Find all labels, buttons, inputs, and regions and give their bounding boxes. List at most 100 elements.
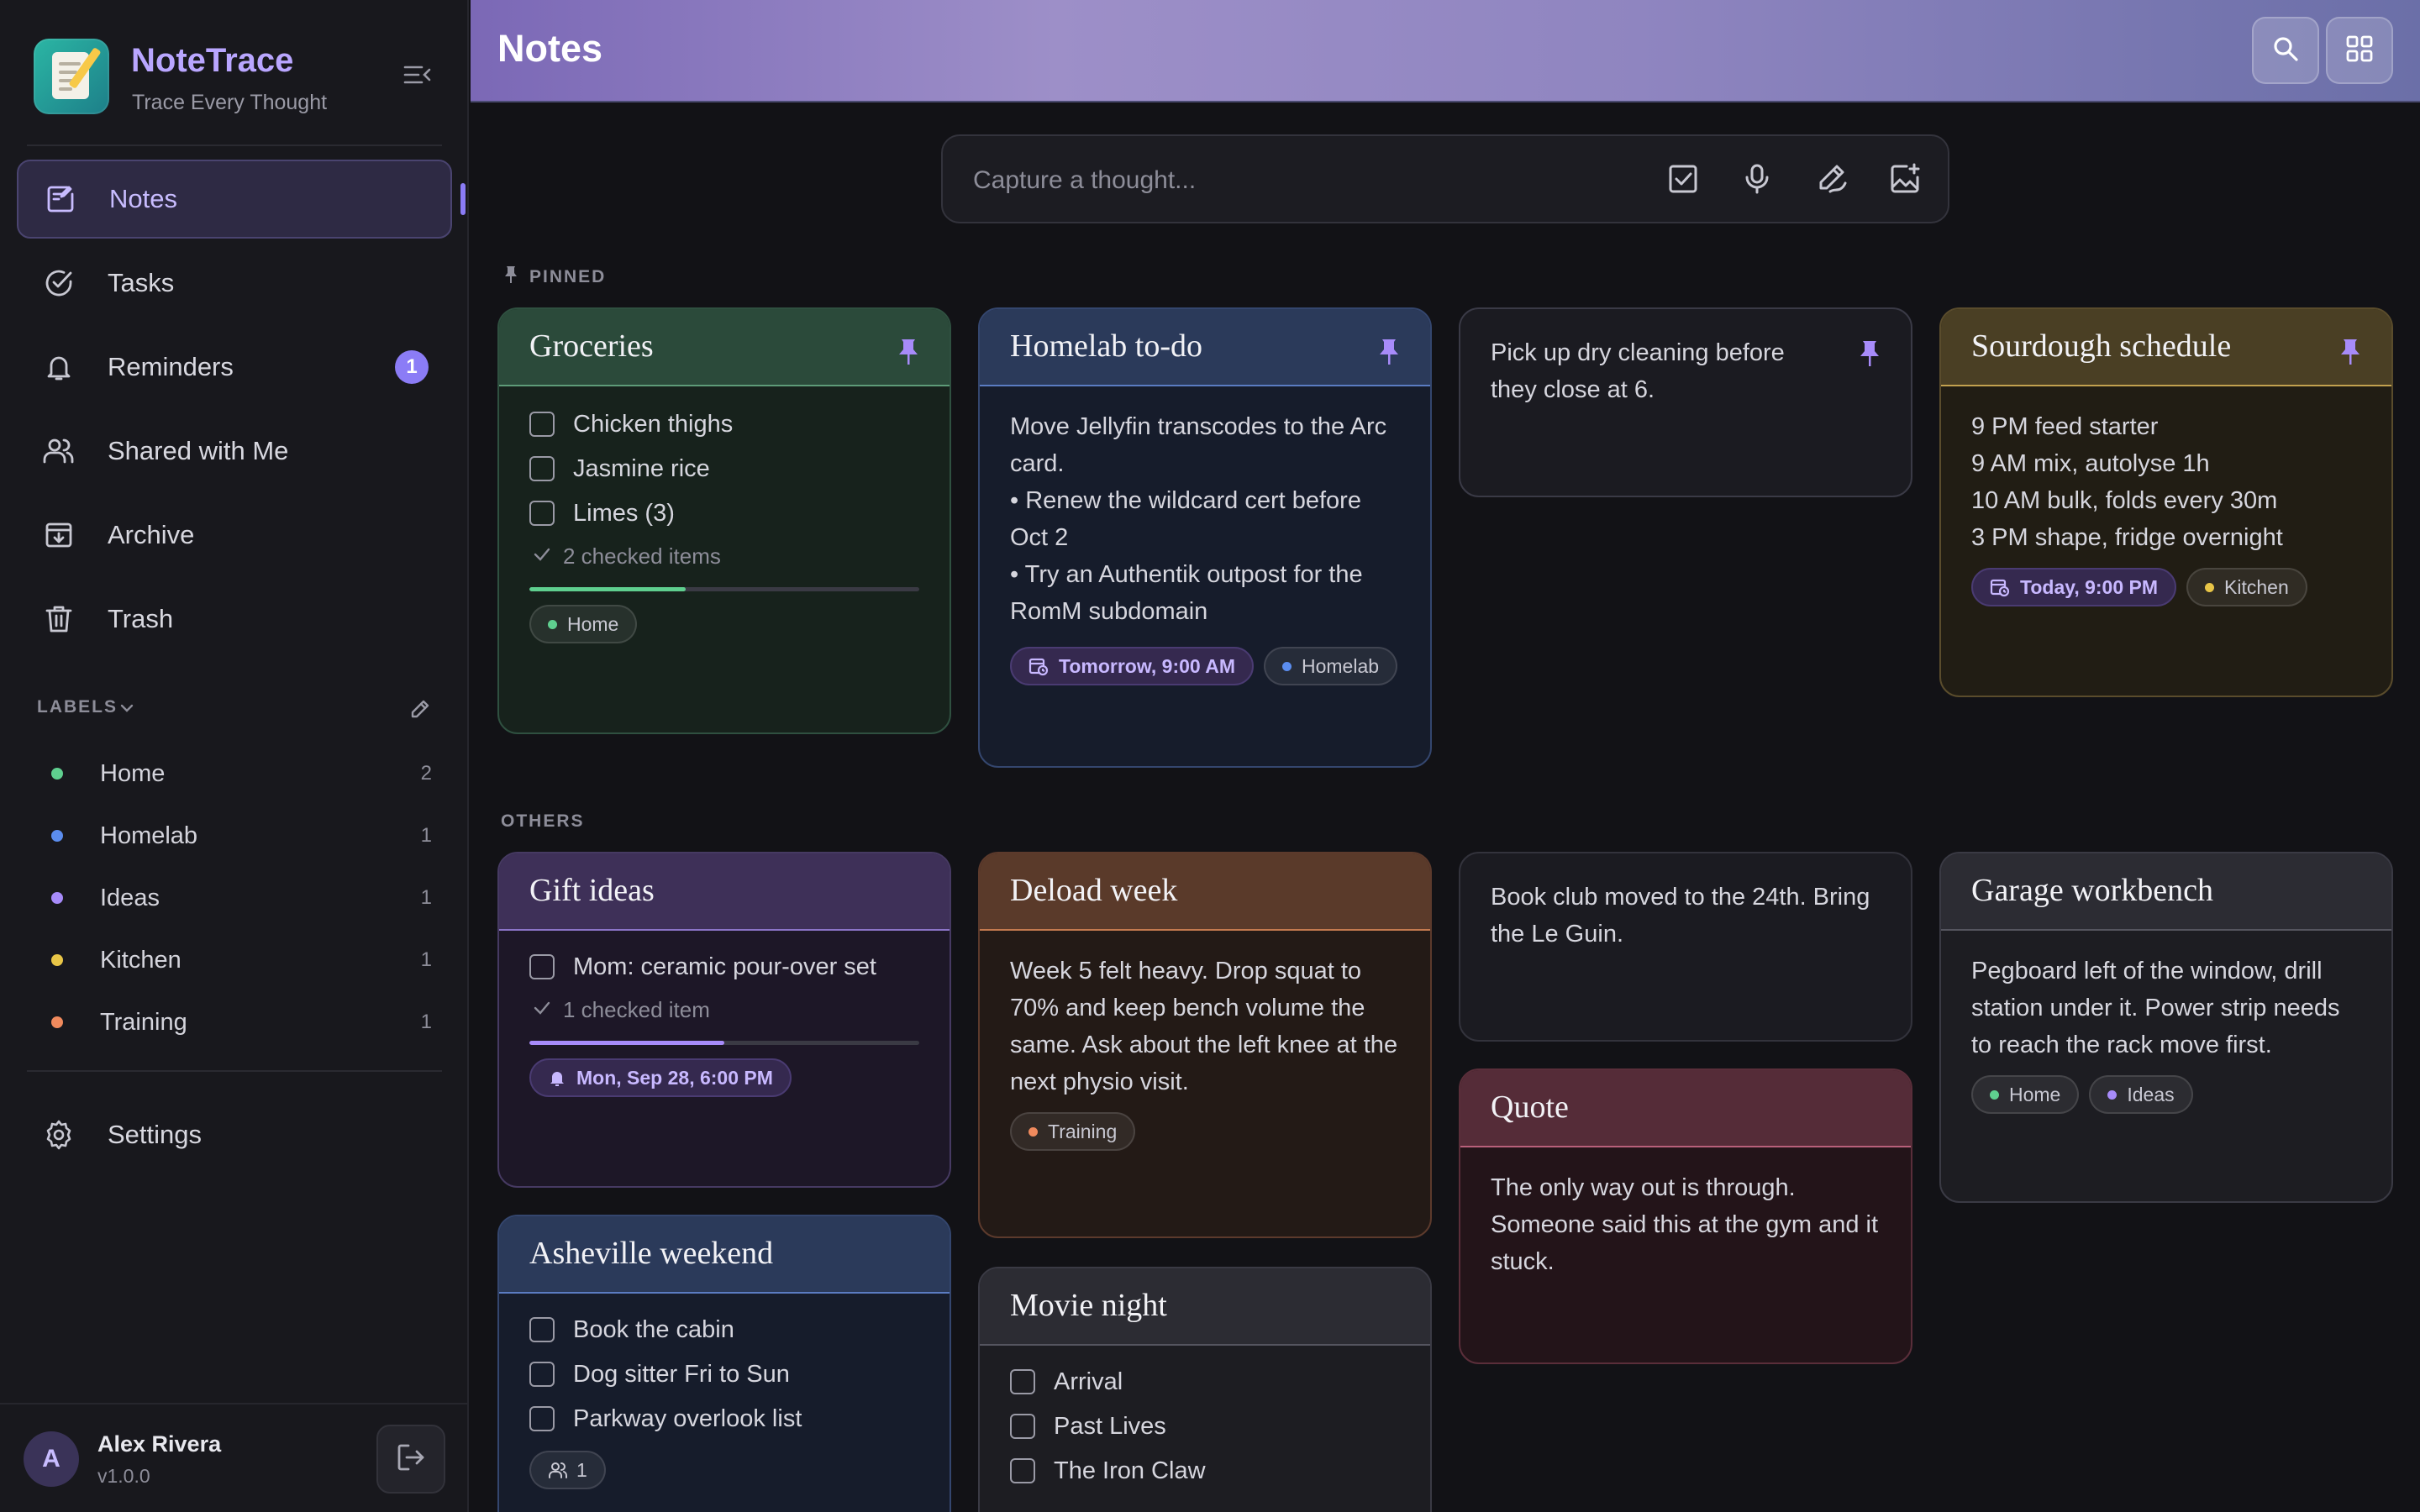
nav-item-archive[interactable]: Archive xyxy=(17,496,452,575)
logout-button[interactable] xyxy=(376,1425,445,1494)
checklist-item[interactable]: Book the cabin xyxy=(529,1307,919,1352)
note-text: 9 AM mix, autolyse 1h xyxy=(1971,450,2210,477)
chevron-down-icon[interactable] xyxy=(118,699,136,722)
pin-icon[interactable] xyxy=(2339,338,2361,370)
checkbox[interactable] xyxy=(529,500,555,526)
calendar-clock-icon xyxy=(1990,577,2010,597)
card-header: Asheville weekend xyxy=(499,1216,950,1294)
app-version: v1.0.0 xyxy=(97,1465,150,1487)
app-logo-icon xyxy=(34,39,109,114)
people-icon xyxy=(548,1461,568,1479)
sidebar-divider xyxy=(27,1070,442,1072)
checklist-item[interactable]: Arrival xyxy=(1010,1359,1400,1404)
collapse-sidebar-icon[interactable] xyxy=(403,62,437,87)
reminder-chip[interactable]: Tomorrow, 9:00 AM xyxy=(1010,647,1254,685)
nav-item-label: Archive xyxy=(108,520,195,549)
note-title: Deload week xyxy=(1010,873,1178,908)
collaborators-chip[interactable]: 1 xyxy=(529,1451,606,1489)
note-card-gift-ideas[interactable]: Gift ideas Mom: ceramic pour-over set 1 … xyxy=(497,852,951,1188)
reminder-chip[interactable]: Today, 9:00 PM xyxy=(1971,568,2177,606)
checkbox[interactable] xyxy=(529,455,555,481)
settings-section: Settings xyxy=(17,1095,452,1179)
pinned-section-label: PINNED xyxy=(504,265,606,289)
checklist-text: Jasmine rice xyxy=(573,454,710,482)
checkbox[interactable] xyxy=(529,1316,555,1342)
label-chip-home[interactable]: Home xyxy=(1971,1075,2080,1114)
chip-row: Today, 9:00 PM Kitchen xyxy=(1971,568,2361,606)
search-button[interactable] xyxy=(2252,17,2319,84)
checklist-item[interactable]: Dog sitter Fri to Sun xyxy=(529,1352,919,1396)
label-name: Kitchen xyxy=(100,946,182,974)
card-header: Quote xyxy=(1460,1070,1911,1147)
nav-item-settings[interactable]: Settings xyxy=(17,1095,452,1174)
checked-items-summary[interactable]: 2 checked items xyxy=(529,535,919,577)
image-note-button[interactable] xyxy=(1882,158,1928,203)
note-card-dry-cleaning[interactable]: Pick up dry cleaning before they close a… xyxy=(1459,307,1912,497)
app-tagline: Trace Every Thought xyxy=(132,91,328,114)
avatar[interactable]: A xyxy=(24,1431,79,1487)
checkbox[interactable] xyxy=(1010,1413,1035,1439)
note-card-garage-workbench[interactable]: Garage workbench Pegboard left of the wi… xyxy=(1939,852,2393,1203)
pin-icon[interactable] xyxy=(1859,339,1881,372)
note-card-movie-night[interactable]: Movie night Arrival Past Lives The Iron … xyxy=(978,1267,1432,1512)
checkbox[interactable] xyxy=(529,1361,555,1387)
note-card-sourdough[interactable]: Sourdough schedule 9 PM feed starter 9 A… xyxy=(1939,307,2393,697)
capture-input[interactable] xyxy=(973,160,1628,202)
note-card-book-club[interactable]: Book club moved to the 24th. Bring the L… xyxy=(1459,852,1912,1042)
note-title: Garage workbench xyxy=(1971,873,2214,908)
nav-item-tasks[interactable]: Tasks xyxy=(17,244,452,323)
checklist-item[interactable]: Past Lives xyxy=(1010,1404,1400,1448)
checkbox[interactable] xyxy=(529,1405,555,1431)
note-card-homelab[interactable]: Homelab to-do Move Jellyfin transcodes t… xyxy=(978,307,1432,768)
note-card-deload-week[interactable]: Deload week Week 5 felt heavy. Drop squa… xyxy=(978,852,1432,1238)
archive-icon xyxy=(40,517,77,554)
brand: NoteTrace Trace Every Thought xyxy=(34,39,445,123)
nav-item-notes[interactable]: Notes xyxy=(17,160,452,239)
label-item-training[interactable]: Training 1 xyxy=(37,991,432,1053)
progress-fill xyxy=(529,1041,724,1045)
labels-heading: LABELS xyxy=(37,697,118,717)
label-item-home[interactable]: Home 2 xyxy=(37,743,432,805)
label-item-ideas[interactable]: Ideas 1 xyxy=(37,867,432,929)
checklist-text: The Iron Claw xyxy=(1054,1457,1206,1484)
label-name: Home xyxy=(100,759,166,787)
nav-item-label: Notes xyxy=(109,184,177,213)
pin-icon[interactable] xyxy=(1378,338,1400,370)
label-chip-home[interactable]: Home xyxy=(529,605,638,643)
label-item-kitchen[interactable]: Kitchen 1 xyxy=(37,929,432,991)
label-item-homelab[interactable]: Homelab 1 xyxy=(37,805,432,867)
note-text: 3 PM shape, fridge overnight xyxy=(1971,524,2283,551)
edit-labels-icon[interactable] xyxy=(408,697,432,726)
logout-icon xyxy=(395,1441,427,1478)
new-checklist-button[interactable] xyxy=(1660,158,1706,203)
checklist-text: Past Lives xyxy=(1054,1412,1166,1440)
checkbox[interactable] xyxy=(1010,1457,1035,1483)
note-card-groceries[interactable]: Groceries Chicken thighs Jasmine rice Li… xyxy=(497,307,951,734)
label-chip-training[interactable]: Training xyxy=(1010,1112,1136,1151)
checklist-item[interactable]: Mom: ceramic pour-over set xyxy=(529,944,919,989)
checklist-item[interactable]: Chicken thighs xyxy=(529,402,919,446)
checklist-item[interactable]: Parkway overlook list xyxy=(529,1396,919,1441)
checklist-item[interactable]: The Iron Claw xyxy=(1010,1448,1400,1493)
checked-items-summary[interactable]: 1 checked item xyxy=(529,989,919,1031)
drawing-note-button[interactable] xyxy=(1808,158,1854,203)
note-card-quote[interactable]: Quote The only way out is through. Someo… xyxy=(1459,1068,1912,1364)
label-chip-ideas[interactable]: Ideas xyxy=(2089,1075,2193,1114)
voice-note-button[interactable] xyxy=(1734,158,1780,203)
label-chip-kitchen[interactable]: Kitchen xyxy=(2186,568,2307,606)
note-title: Movie night xyxy=(1010,1288,1167,1323)
label-chip-homelab[interactable]: Homelab xyxy=(1264,647,1398,685)
checkbox[interactable] xyxy=(1010,1368,1035,1394)
reminder-chip[interactable]: Mon, Sep 28, 6:00 PM xyxy=(529,1058,792,1097)
checkbox[interactable] xyxy=(529,411,555,437)
nav-item-trash[interactable]: Trash xyxy=(17,580,452,659)
grid-view-button[interactable] xyxy=(2326,17,2393,84)
nav-item-label: Reminders xyxy=(108,352,234,381)
checklist-item[interactable]: Limes (3) xyxy=(529,491,919,535)
checklist-item[interactable]: Jasmine rice xyxy=(529,446,919,491)
nav-item-reminders[interactable]: Reminders 1 xyxy=(17,328,452,407)
note-card-asheville-weekend[interactable]: Asheville weekend Book the cabin Dog sit… xyxy=(497,1215,951,1512)
checkbox[interactable] xyxy=(529,953,555,979)
pin-icon[interactable] xyxy=(897,338,919,370)
nav-item-shared[interactable]: Shared with Me xyxy=(17,412,452,491)
